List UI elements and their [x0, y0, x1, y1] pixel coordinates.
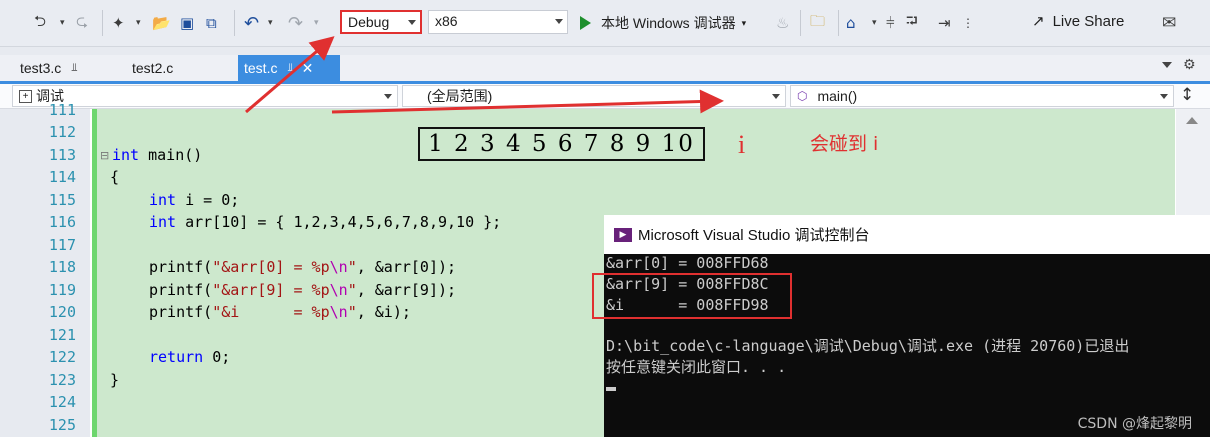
open-folder-icon[interactable]: 📂 — [152, 12, 171, 34]
save-icon[interactable]: ▣ — [180, 12, 194, 34]
undo-icon[interactable]: ↶ — [244, 12, 259, 34]
member-dropdown[interactable]: ⬡ main() — [790, 85, 1174, 107]
line-number: 111 — [48, 101, 76, 119]
tab-label: test3.c — [20, 60, 62, 76]
code-line-118: printf("&arr[0] = %p\n", &arr[0]); — [149, 258, 457, 276]
code-line-123: } — [110, 371, 120, 389]
console-title: Microsoft Visual Studio 调试控制台 — [638, 227, 870, 244]
function-icon: ⬡ — [797, 89, 808, 103]
tab-label: test.c — [244, 60, 278, 76]
highlight-box — [592, 273, 792, 319]
chevron-down-icon — [1160, 94, 1168, 99]
navigation-bar: + 调试 (全局范围) ⬡ main() ↕ — [0, 84, 1210, 109]
run-label: 本地 Windows 调试器 — [601, 15, 736, 31]
line-number: 112 — [48, 123, 76, 141]
line-number-gutter: 111 112 113 114 115 116 117 118 119 120 … — [0, 101, 90, 437]
find-in-files-icon[interactable]: 🗀 — [810, 12, 825, 34]
pin-icon[interactable]: ⫫ — [71, 62, 77, 75]
close-icon[interactable]: ✕ — [302, 60, 314, 77]
start-debugging-button[interactable]: 本地 Windows 调试器 ▾ — [580, 11, 746, 35]
line-number: 118 — [48, 258, 76, 276]
run-dropdown-icon[interactable]: ▾ — [742, 18, 747, 29]
array-values-annotation: 1 2 3 4 5 6 7 8 9 10 — [418, 127, 705, 161]
code-line-120: printf("&i = %p\n", &i); — [149, 303, 411, 321]
line-number: 114 — [48, 168, 76, 186]
visual-studio-icon: ▶ — [614, 227, 632, 242]
gear-icon[interactable]: ⚙ — [1183, 57, 1196, 73]
i-annotation: i — [738, 130, 746, 159]
code-line-113: int main() — [112, 146, 203, 164]
debug-console-window[interactable]: ▶ Microsoft Visual Studio 调试控制台 &arr[0] … — [592, 215, 1210, 437]
console-output-line: &arr[0] = 008FFD68 — [606, 254, 769, 272]
hot-reload-icon[interactable]: ♨ — [776, 12, 789, 34]
browser-dropdown-icon[interactable]: ▾ — [872, 12, 877, 34]
line-number: 120 — [48, 303, 76, 321]
browser-icon[interactable]: ⌂ — [846, 12, 856, 34]
live-share-label: Live Share — [1052, 12, 1125, 30]
save-all-icon[interactable]: ⧉ — [206, 12, 217, 34]
indent-icon[interactable]: ⇥ — [938, 12, 951, 34]
console-prompt-line: 按任意键关闭此窗口. . . — [606, 358, 787, 376]
member-value: main() — [817, 88, 858, 104]
tab-test3[interactable]: test3.c ⫫ — [14, 55, 106, 81]
line-number: 125 — [48, 416, 76, 434]
more-options-icon[interactable]: ⋮ — [962, 12, 974, 34]
platform-dropdown[interactable]: x86 — [428, 10, 568, 34]
redo-dropdown-icon[interactable]: ▾ — [314, 12, 319, 34]
scope-dropdown[interactable]: (全局范围) — [402, 85, 786, 107]
console-title-bar[interactable]: ▶ Microsoft Visual Studio 调试控制台 — [604, 215, 1210, 254]
code-line-119: printf("&arr[9] = %p\n", &arr[9]); — [149, 281, 457, 299]
line-number: 113 — [48, 146, 76, 164]
chevron-down-icon — [772, 94, 780, 99]
redo-icon[interactable]: ↷ — [288, 12, 303, 34]
live-share-button[interactable]: ↗ Live Share — [1032, 12, 1125, 31]
pin-icon[interactable]: ⫫ — [287, 62, 293, 75]
line-number: 123 — [48, 371, 76, 389]
feedback-icon[interactable]: ✉ — [1162, 12, 1176, 34]
split-icon[interactable]: ↕ — [1180, 85, 1194, 105]
line-number: 115 — [48, 191, 76, 209]
watermark: CSDN @烽起黎明 — [1077, 416, 1192, 432]
share-icon: ↗ — [1032, 13, 1045, 30]
code-line-122: return 0; — [149, 348, 231, 366]
configuration-value: Debug — [348, 14, 390, 30]
back-icon[interactable]: ⮌ — [34, 12, 46, 34]
code-line-116: int arr[10] = { 1,2,3,4,5,6,7,8,9,10 }; — [149, 213, 502, 231]
forward-icon[interactable]: ⮎ — [76, 12, 88, 34]
undo-dropdown-icon[interactable]: ▾ — [268, 12, 273, 34]
play-icon — [580, 16, 591, 30]
platform-value: x86 — [435, 13, 458, 29]
chevron-down-icon — [384, 94, 392, 99]
line-number: 119 — [48, 281, 76, 299]
back-dropdown-icon[interactable]: ▾ — [60, 12, 65, 34]
step-icon[interactable]: ⫩ — [886, 12, 895, 34]
console-exit-line: D:\bit_code\c-language\调试\Debug\调试.exe (… — [606, 337, 1130, 355]
console-cursor — [606, 387, 616, 391]
code-line-115: int i = 0; — [149, 191, 240, 209]
chevron-down-icon — [408, 20, 416, 25]
line-number: 121 — [48, 326, 76, 344]
toolbar: ⮌ ▾ ⮎ ✦ ▾ 📂 ▣ ⧉ ↶ ▾ ↷ ▾ Debug x86 本地 Win… — [0, 0, 1210, 47]
document-tab-bar: test3.c ⫫ test2.c test.c ⫫ ✕ ⚙ — [0, 55, 1210, 81]
new-dropdown-icon[interactable]: ▾ — [136, 12, 141, 34]
outline-icon[interactable]: ⮒ — [906, 12, 918, 34]
tab-test[interactable]: test.c ⫫ ✕ — [238, 55, 340, 81]
line-number: 116 — [48, 213, 76, 231]
tab-label: test2.c — [132, 60, 174, 76]
new-project-icon[interactable]: ✦ — [112, 12, 125, 34]
scroll-up-icon[interactable] — [1186, 117, 1198, 124]
scope-value: (全局范围) — [427, 88, 493, 104]
tab-test2[interactable]: test2.c — [126, 55, 218, 81]
collapse-icon[interactable]: ⊟ — [100, 149, 109, 162]
code-line-114: { — [110, 168, 120, 186]
chevron-down-icon — [555, 19, 563, 24]
solution-configuration-dropdown[interactable]: Debug — [340, 10, 422, 34]
tab-list-dropdown-icon[interactable] — [1162, 62, 1172, 68]
collision-note: 会碰到 i — [810, 133, 879, 155]
line-number: 117 — [48, 236, 76, 254]
line-number: 122 — [48, 348, 76, 366]
line-number: 124 — [48, 393, 76, 411]
